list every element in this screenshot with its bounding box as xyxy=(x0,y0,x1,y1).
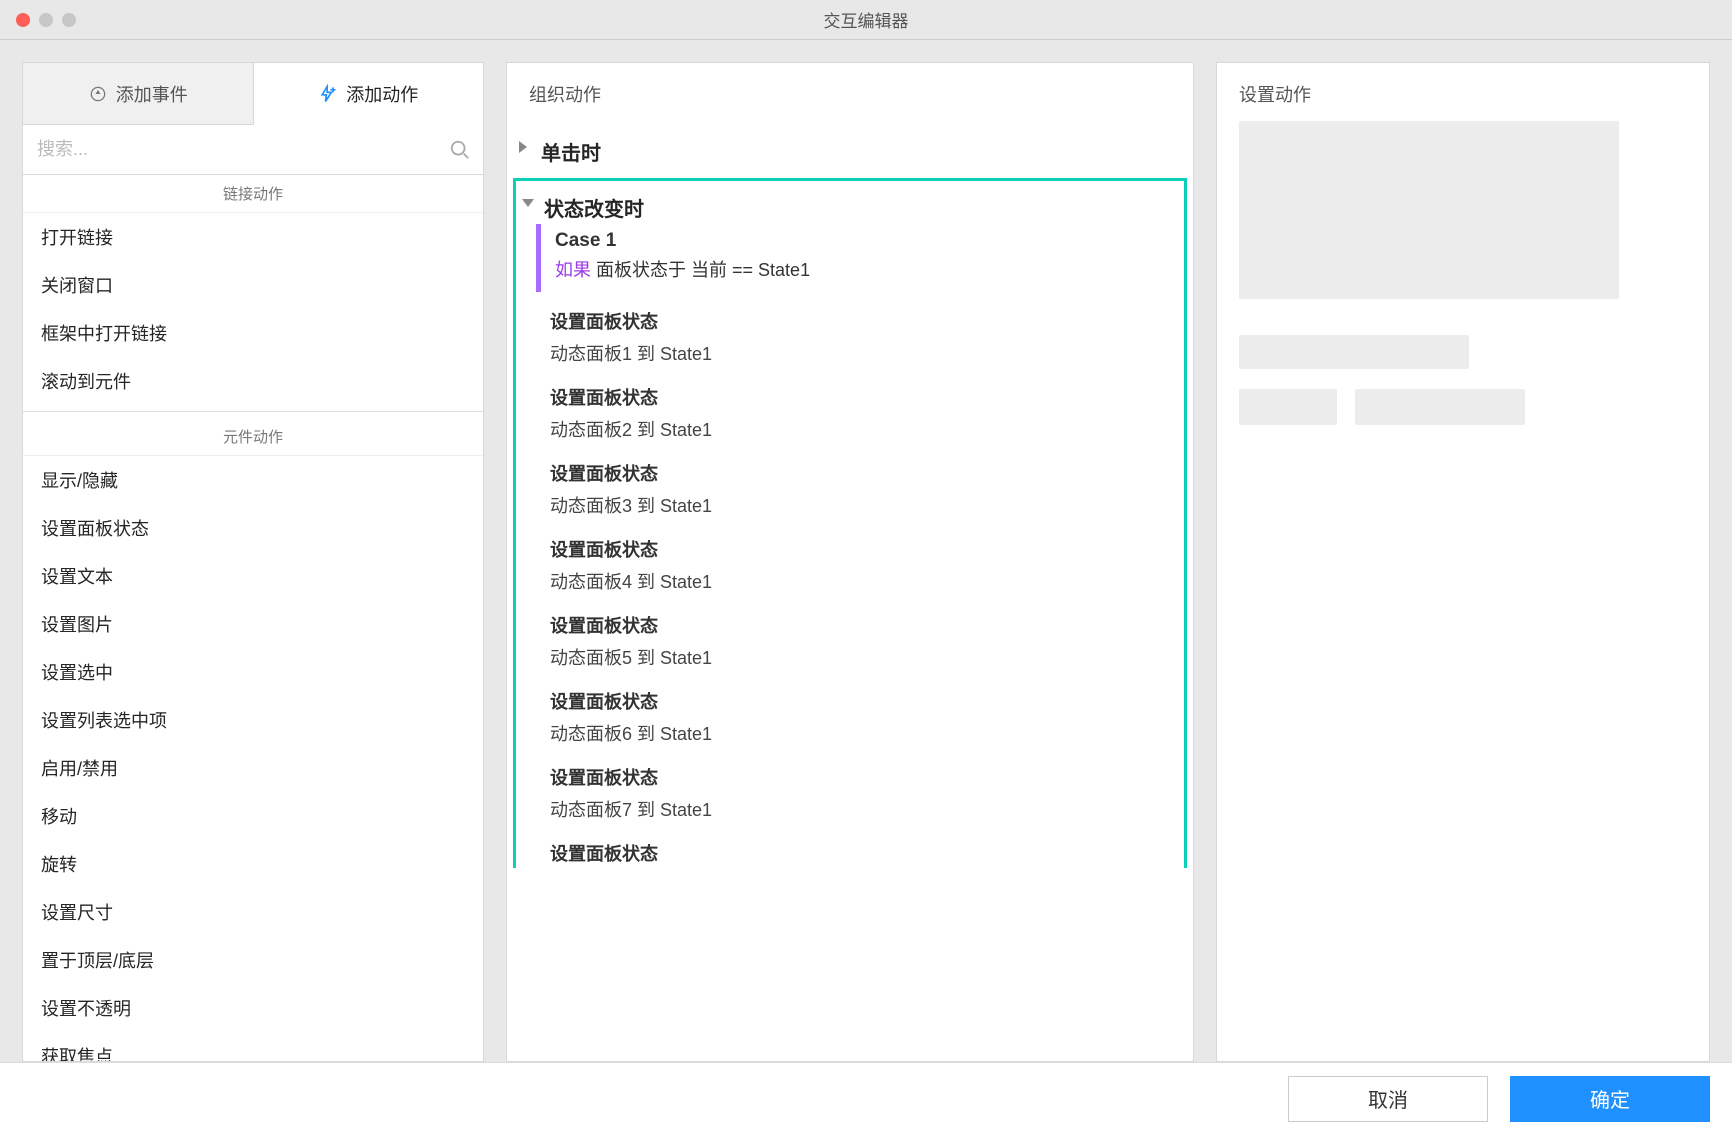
right-panel: 设置动作 xyxy=(1216,62,1710,1062)
tab-add-event-label: 添加事件 xyxy=(116,81,188,107)
search-box xyxy=(23,125,483,175)
workspace: 添加事件 添加动作 链接动作 打开链接 关闭窗口 框架中打开链接 滚动到元件 元… xyxy=(0,40,1732,1062)
event-click[interactable]: 单击时 xyxy=(513,125,1187,178)
action-set-text[interactable]: 设置文本 xyxy=(23,552,483,600)
window-minimize-button[interactable] xyxy=(39,13,53,27)
case-block[interactable]: Case 1 如果 面板状态于 当前 == State1 xyxy=(536,224,1184,292)
right-header: 设置动作 xyxy=(1239,81,1687,107)
action-scroll-to[interactable]: 滚动到元件 xyxy=(23,357,483,405)
left-tabs: 添加事件 添加动作 xyxy=(23,63,483,125)
search-input[interactable] xyxy=(35,131,449,168)
traffic-lights xyxy=(16,13,76,27)
action-row-title: 设置面板状态 xyxy=(550,602,1184,640)
tab-add-action-label: 添加动作 xyxy=(346,81,418,107)
search-icon[interactable] xyxy=(449,139,471,161)
action-group-list: 设置面板状态动态面板1 到 State1 设置面板状态动态面板2 到 State… xyxy=(516,298,1184,868)
case-condition: 如果 面板状态于 当前 == State1 xyxy=(555,256,1184,282)
action-show-hide[interactable]: 显示/隐藏 xyxy=(23,456,483,504)
action-set-image[interactable]: 设置图片 xyxy=(23,600,483,648)
action-row-detail: 动态面板2 到 State1 xyxy=(550,412,1184,450)
ok-button[interactable]: 确定 xyxy=(1510,1076,1710,1122)
action-close-window[interactable]: 关闭窗口 xyxy=(23,261,483,309)
section-link-actions: 链接动作 xyxy=(23,175,483,213)
titlebar: 交互编辑器 xyxy=(0,0,1732,40)
action-set-size[interactable]: 设置尺寸 xyxy=(23,888,483,936)
action-list: 链接动作 打开链接 关闭窗口 框架中打开链接 滚动到元件 元件动作 显示/隐藏 … xyxy=(23,175,483,1061)
settings-placeholder-small-1 xyxy=(1239,389,1337,425)
action-row-title: 设置面板状态 xyxy=(550,830,1184,868)
action-row[interactable]: 设置面板状态动态面板7 到 State1 xyxy=(550,754,1184,830)
event-state-change[interactable]: 状态改变时 xyxy=(513,178,1187,222)
window-maximize-button[interactable] xyxy=(62,13,76,27)
settings-placeholder-block xyxy=(1239,121,1619,299)
action-row-title: 设置面板状态 xyxy=(550,754,1184,792)
action-row[interactable]: 设置面板状态动态面板3 到 State1 xyxy=(550,450,1184,526)
action-row-title: 设置面板状态 xyxy=(550,526,1184,564)
condition-keyword: 如果 xyxy=(555,260,591,280)
action-open-link[interactable]: 打开链接 xyxy=(23,213,483,261)
action-enable-disable[interactable]: 启用/禁用 xyxy=(23,744,483,792)
event-click-label: 单击时 xyxy=(541,143,601,165)
action-row[interactable]: 设置面板状态动态面板1 到 State1 xyxy=(550,298,1184,374)
action-set-opacity[interactable]: 设置不透明 xyxy=(23,984,483,1032)
action-row[interactable]: 设置面板状态动态面板6 到 State1 xyxy=(550,678,1184,754)
settings-placeholder-small-2 xyxy=(1355,389,1525,425)
divider xyxy=(23,411,483,412)
footer: 取消 确定 xyxy=(0,1062,1732,1134)
window-title: 交互编辑器 xyxy=(824,7,909,32)
mid-panel: 组织动作 单击时 状态改变时 Case 1 如果 面板状态于 当前 == Sta… xyxy=(506,62,1194,1062)
action-row[interactable]: 设置面板状态 xyxy=(550,830,1184,868)
left-panel: 添加事件 添加动作 链接动作 打开链接 关闭窗口 框架中打开链接 滚动到元件 元… xyxy=(22,62,484,1062)
event-state-change-label: 状态改变时 xyxy=(544,199,644,221)
tab-add-action[interactable]: 添加动作 xyxy=(254,63,484,125)
mid-header: 组织动作 xyxy=(507,63,1193,125)
action-row-title: 设置面板状态 xyxy=(550,678,1184,716)
event-tree: 单击时 状态改变时 Case 1 如果 面板状态于 当前 == State1 设… xyxy=(507,125,1193,1061)
action-row-title: 设置面板状态 xyxy=(550,298,1184,336)
action-bring-front-back[interactable]: 置于顶层/底层 xyxy=(23,936,483,984)
action-open-in-frame[interactable]: 框架中打开链接 xyxy=(23,309,483,357)
action-move[interactable]: 移动 xyxy=(23,792,483,840)
action-row-detail: 动态面板4 到 State1 xyxy=(550,564,1184,602)
chevron-down-icon xyxy=(522,199,534,207)
action-row-detail: 动态面板3 到 State1 xyxy=(550,488,1184,526)
lightning-plus-icon xyxy=(318,84,338,104)
action-row-detail: 动态面板5 到 State1 xyxy=(550,640,1184,678)
action-rotate[interactable]: 旋转 xyxy=(23,840,483,888)
action-get-focus[interactable]: 获取焦点 xyxy=(23,1032,483,1061)
action-row-detail: 动态面板6 到 State1 xyxy=(550,716,1184,754)
action-row-title: 设置面板状态 xyxy=(550,374,1184,412)
action-row-detail: 动态面板1 到 State1 xyxy=(550,336,1184,374)
action-row-detail: 动态面板7 到 State1 xyxy=(550,792,1184,830)
condition-text: 面板状态于 当前 == State1 xyxy=(596,260,810,280)
section-widget-actions: 元件动作 xyxy=(23,418,483,456)
window-close-button[interactable] xyxy=(16,13,30,27)
chevron-right-icon xyxy=(519,141,527,153)
action-set-selected[interactable]: 设置选中 xyxy=(23,648,483,696)
action-set-panel-state[interactable]: 设置面板状态 xyxy=(23,504,483,552)
settings-placeholder-line xyxy=(1239,335,1469,369)
action-row[interactable]: 设置面板状态动态面板5 到 State1 xyxy=(550,602,1184,678)
tab-add-event[interactable]: 添加事件 xyxy=(23,63,254,125)
cursor-icon xyxy=(88,84,108,104)
cancel-button[interactable]: 取消 xyxy=(1288,1076,1488,1122)
action-set-list-selected[interactable]: 设置列表选中项 xyxy=(23,696,483,744)
case-title: Case 1 xyxy=(555,230,1184,252)
action-row[interactable]: 设置面板状态动态面板2 到 State1 xyxy=(550,374,1184,450)
event-state-change-body: Case 1 如果 面板状态于 当前 == State1 设置面板状态动态面板1… xyxy=(513,222,1187,868)
action-row[interactable]: 设置面板状态动态面板4 到 State1 xyxy=(550,526,1184,602)
action-row-title: 设置面板状态 xyxy=(550,450,1184,488)
